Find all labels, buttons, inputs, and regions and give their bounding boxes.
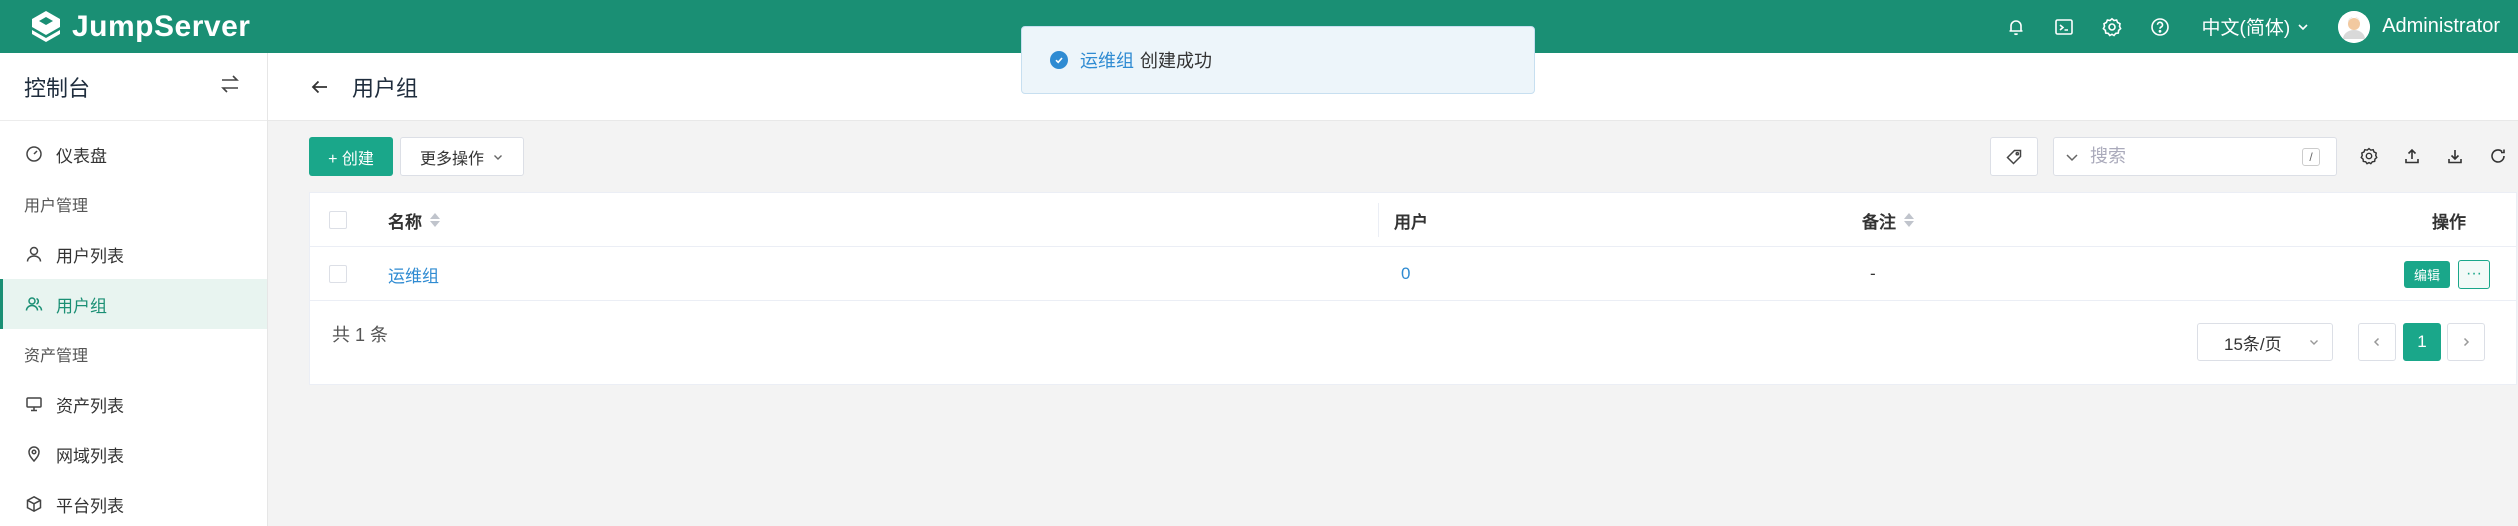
- language-label: 中文(简体): [2201, 18, 2291, 39]
- comment-value: -: [1870, 264, 1876, 283]
- sidebar-item-platform-list[interactable]: 平台列表: [0, 479, 267, 526]
- user-group-table: 名称 用户 备注 操作 运维组 0 - 编辑 ··· 共 1 条 15条/页 1: [309, 192, 2517, 385]
- sidebar-title: 控制台: [24, 75, 91, 101]
- download-icon[interactable]: [2444, 145, 2466, 167]
- user-icon: [24, 244, 44, 264]
- sidebar-item-domain-list[interactable]: 网域列表: [0, 429, 267, 479]
- cube-icon: [24, 494, 44, 514]
- sort-icon[interactable]: [430, 213, 440, 227]
- sidebar-item-label: 资产列表: [56, 396, 124, 416]
- select-all-checkbox[interactable]: [329, 211, 347, 229]
- column-actions-label: 操作: [2432, 212, 2466, 232]
- back-arrow-icon[interactable]: [308, 75, 332, 99]
- chevron-down-icon: [494, 154, 502, 160]
- more-actions-button[interactable]: 更多操作: [400, 137, 524, 176]
- prev-page-button[interactable]: [2358, 323, 2396, 361]
- settings-icon[interactable]: [2358, 145, 2380, 167]
- next-page-button[interactable]: [2447, 323, 2485, 361]
- chevron-down-icon: [2310, 340, 2318, 345]
- chevron-left-icon: [2373, 337, 2380, 347]
- column-header-actions: 操作: [2432, 193, 2466, 247]
- sidebar-item-label: 用户列表: [56, 246, 124, 266]
- brand-name: JumpServer: [72, 9, 251, 43]
- chevron-down-icon[interactable]: [2054, 149, 2090, 165]
- sidebar-item-label: 仪表盘: [56, 146, 107, 166]
- tag-icon: [2006, 149, 2022, 165]
- row-more-button[interactable]: ···: [2458, 259, 2490, 289]
- sidebar-item-user-list[interactable]: 用户列表: [0, 229, 267, 279]
- page-title: 用户组: [352, 75, 419, 101]
- column-users-label: 用户: [1394, 212, 1428, 232]
- group-name-link[interactable]: 运维组: [388, 262, 439, 287]
- sidebar-item-label: 用户组: [56, 296, 107, 316]
- username: Administrator: [2382, 15, 2500, 37]
- success-toast: 运维组 创建成功: [1021, 26, 1535, 94]
- sidebar-item-label: 平台列表: [56, 496, 124, 516]
- more-actions-label: 更多操作: [419, 150, 484, 168]
- table-header: 名称 用户 备注 操作: [310, 193, 2516, 247]
- sidebar-item-user-group[interactable]: 用户组: [0, 279, 267, 329]
- table-row: 运维组 0 - 编辑 ···: [310, 247, 2516, 301]
- edit-button[interactable]: 编辑: [2404, 260, 2450, 288]
- logo[interactable]: JumpServer: [28, 9, 250, 45]
- chevron-right-icon: [2463, 337, 2470, 347]
- location-icon: [24, 444, 44, 464]
- gear-icon[interactable]: [2100, 15, 2124, 39]
- check-circle-icon: [1050, 51, 1068, 69]
- dashboard-icon: [24, 144, 44, 164]
- total-count: 共 1 条: [332, 325, 389, 345]
- jumpserver-logo-icon: [28, 9, 64, 45]
- monitor-icon: [24, 394, 44, 414]
- create-button[interactable]: + 创建: [309, 137, 393, 176]
- user-count-link[interactable]: 0: [1401, 264, 1410, 284]
- page-size-select[interactable]: 15条/页: [2197, 323, 2333, 361]
- user-menu[interactable]: Administrator: [2338, 10, 2500, 43]
- switch-view-icon[interactable]: [219, 73, 241, 100]
- avatar: [2338, 10, 2371, 43]
- sidebar-item-dashboard[interactable]: 仪表盘: [0, 129, 267, 179]
- sidebar-group-user-management: 用户管理: [24, 198, 89, 215]
- row-checkbox[interactable]: [329, 265, 347, 283]
- bell-icon[interactable]: [2004, 15, 2028, 39]
- sort-icon[interactable]: [1904, 213, 1914, 227]
- terminal-icon[interactable]: [2052, 15, 2076, 39]
- toast-highlight: 运维组: [1080, 51, 1134, 71]
- search-shortcut-hint: /: [2302, 148, 2320, 166]
- toast-message: 创建成功: [1140, 51, 1212, 71]
- search-input[interactable]: [2090, 146, 2290, 167]
- sidebar-group-asset-management: 资产管理: [24, 348, 89, 365]
- search-box[interactable]: /: [2053, 137, 2337, 176]
- page-number-current[interactable]: 1: [2403, 323, 2441, 361]
- refresh-icon[interactable]: [2487, 145, 2509, 167]
- column-name-label: 名称: [388, 212, 422, 232]
- chevron-down-icon: [2298, 23, 2308, 30]
- column-divider: [1378, 203, 1379, 237]
- language-selector[interactable]: 中文(简体): [2202, 13, 2311, 40]
- column-header-name[interactable]: 名称: [388, 193, 440, 247]
- column-comment-label: 备注: [1862, 212, 1896, 232]
- sidebar: 控制台 仪表盘 用户管理 用户列表 用户组 资产管理 资产列表 网域列表 平台列…: [0, 53, 268, 526]
- sidebar-item-label: 网域列表: [56, 446, 124, 466]
- help-icon[interactable]: [2148, 15, 2172, 39]
- column-header-users: 用户: [1394, 193, 1428, 247]
- column-header-comment[interactable]: 备注: [1862, 193, 1914, 247]
- sidebar-item-asset-list[interactable]: 资产列表: [0, 379, 267, 429]
- tag-filter-button[interactable]: [1990, 137, 2038, 176]
- users-icon: [24, 294, 44, 314]
- upload-icon[interactable]: [2401, 145, 2423, 167]
- page-size-value: 15条/页: [2224, 334, 2282, 354]
